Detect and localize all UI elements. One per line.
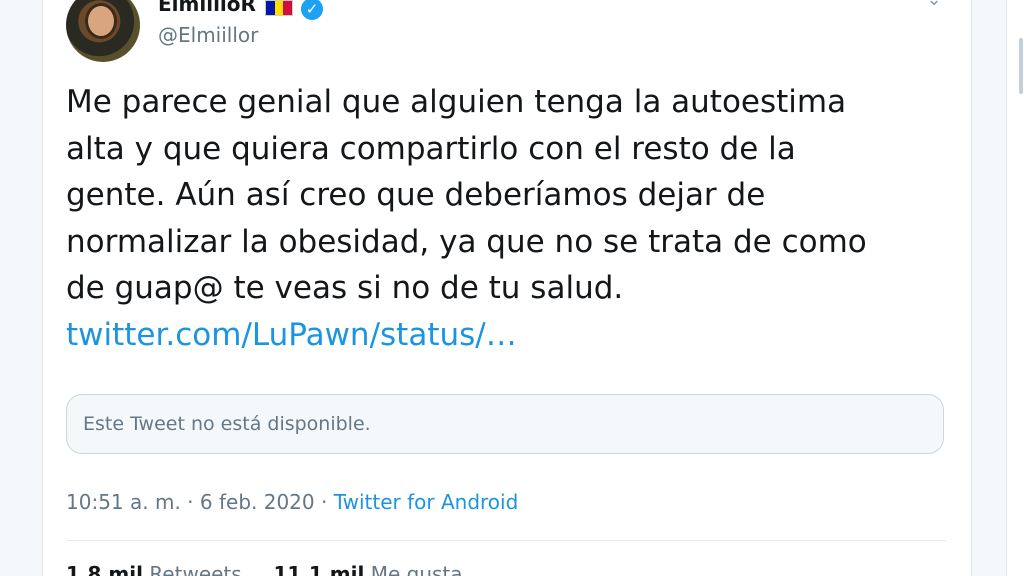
- tweet-source-link[interactable]: Twitter for Android: [334, 490, 519, 514]
- author-handle[interactable]: @Elmiillor: [158, 23, 258, 47]
- retweets-count[interactable]: 1,8 mil: [66, 562, 143, 576]
- meta-separator: ·: [314, 490, 334, 514]
- flag-stripe-red: [283, 1, 293, 15]
- likes-label[interactable]: Me gusta: [371, 562, 463, 576]
- tweet-text-line: Me parece genial que alguien tenga la au…: [66, 84, 847, 120]
- flag-stripe-yellow: [274, 1, 284, 15]
- retweets-label[interactable]: Retweets: [149, 562, 241, 576]
- tweet-text-line: normalizar la obesidad, ya que no se tra…: [66, 223, 867, 260]
- tweet-text: Me parece genial que alguien tenga la au…: [66, 79, 946, 358]
- tweet-text-line: de guap@ te veas si no de tu salud.: [66, 270, 624, 306]
- quoted-tweet-unavailable[interactable]: Este Tweet no está disponible.: [66, 394, 944, 454]
- meta-separator: ·: [180, 490, 200, 514]
- quote-unavailable-text: Este Tweet no está disponible.: [83, 413, 371, 435]
- tweet-meta: 10:51 a. m. · 6 feb. 2020 · Twitter for …: [66, 490, 518, 514]
- tweet-time[interactable]: 10:51 a. m.: [66, 490, 181, 514]
- scrollbar-thumb[interactable]: [1019, 38, 1023, 94]
- tweet-date[interactable]: 6 feb. 2020: [200, 490, 315, 514]
- avatar-face: [88, 6, 114, 36]
- tweet-text-line: gente. Aún así creo que deberíamos dejar…: [66, 177, 766, 213]
- chevron-down-icon[interactable]: ⌄: [924, 0, 944, 9]
- stats-divider: [66, 540, 946, 541]
- tweet-link[interactable]: twitter.com/LuPawn/status/…: [66, 317, 517, 353]
- tweet-page: ElmiilloR ✓ @Elmiillor ⌄ Me parece genia…: [0, 0, 1024, 576]
- tweet-text-line: alta y que quiera compartirlo con el res…: [66, 130, 796, 167]
- tweet-stats: 1,8 mil Retweets 11,1 mil Me gusta: [66, 562, 463, 576]
- likes-count[interactable]: 11,1 mil: [273, 562, 364, 576]
- author-display-name[interactable]: ElmiilloR: [158, 0, 256, 16]
- flag-stripe-blue: [266, 1, 275, 15]
- andorra-flag-icon: [265, 0, 293, 16]
